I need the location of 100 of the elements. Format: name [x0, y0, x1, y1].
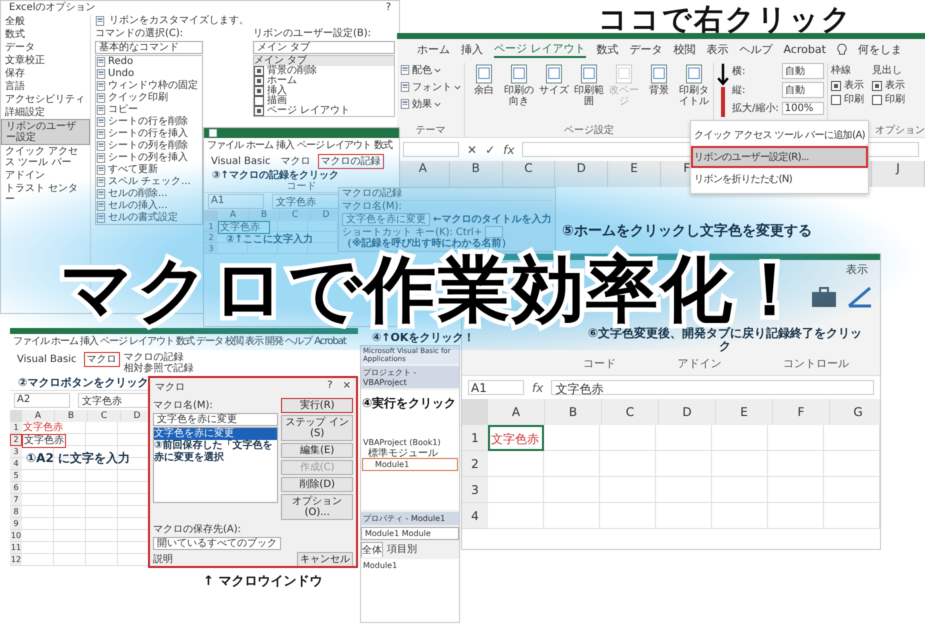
ribbon-tab[interactable]: 数式	[176, 336, 194, 348]
ribbon-dropdown[interactable]: メイン タブ	[253, 41, 395, 54]
command-item[interactable]: シートの行を削除	[108, 116, 188, 128]
dialog-button[interactable]: オプション(O)...	[281, 494, 353, 520]
formula-field[interactable]: 文字色赤	[551, 380, 874, 395]
nav-item[interactable]: リボンのユーザー設定	[1, 119, 90, 145]
ribbon-tab[interactable]: ホーム	[51, 336, 78, 348]
ribbon-tab[interactable]: ページ レイアウト	[100, 336, 174, 348]
ribbon-tab[interactable]: Acrobat	[784, 43, 826, 56]
tree-item[interactable]: 背景の削除	[267, 66, 317, 76]
ribbon-tab[interactable]: 開発	[265, 336, 284, 348]
tree-item[interactable]: 挿入	[267, 86, 287, 96]
panel-tab[interactable]: 全体	[361, 542, 383, 557]
close-button[interactable]: ×	[342, 380, 351, 394]
ribbon-button[interactable]: Visual Basic	[14, 352, 80, 367]
cancel-button[interactable]: キャンセル	[297, 552, 353, 566]
nav-item[interactable]: アクセシビリティ	[1, 93, 90, 106]
ribbon-tab[interactable]: ヘルプ	[285, 336, 312, 348]
ribbon-button[interactable]: 印刷の向き	[503, 85, 535, 107]
tree-item[interactable]: VBAProject (Book1)	[363, 437, 457, 448]
ribbon-tab[interactable]: データ	[630, 42, 662, 57]
dialog-button[interactable]: 削除(D)	[281, 477, 353, 492]
ribbon-tab[interactable]: 挿入	[80, 336, 98, 348]
ribbon-button[interactable]: マクロの記録	[124, 352, 194, 363]
command-item[interactable]: クイック印刷	[108, 92, 168, 104]
nav-item[interactable]: 文章校正	[1, 54, 90, 67]
scale-field[interactable]: 100%	[782, 102, 824, 114]
ribbon-tab[interactable]: 校閲	[674, 42, 696, 57]
nav-item[interactable]: データ	[1, 41, 90, 54]
ribbon-tab[interactable]: 表示	[245, 336, 264, 348]
tree-item[interactable]: ページ レイアウト	[267, 106, 350, 116]
ribbon-tab[interactable]: ホーム	[246, 140, 273, 151]
name-box[interactable]: A1	[468, 380, 524, 395]
checkbox[interactable]	[254, 76, 264, 86]
checkbox[interactable]	[254, 106, 264, 116]
ribbon-button[interactable]: Visual Basic	[208, 154, 274, 169]
ribbon-tab[interactable]: ページ レイアウト	[297, 140, 372, 151]
location-dropdown[interactable]: 開いているすべてのブック	[153, 537, 281, 550]
checkbox[interactable]	[254, 96, 264, 106]
ribbon-button[interactable]: 背景	[649, 85, 669, 96]
nav-item[interactable]: 数式	[1, 28, 90, 41]
checkbox[interactable]	[830, 94, 841, 104]
scale-field[interactable]: 自動	[782, 63, 824, 79]
checkbox[interactable]	[254, 66, 264, 76]
nav-item[interactable]: アドイン	[1, 169, 90, 182]
ribbon-tab[interactable]: Acrobat	[314, 336, 346, 348]
command-item[interactable]: セルの書式設定	[108, 212, 178, 224]
ribbon-tab[interactable]: 表示	[846, 262, 868, 277]
formula-button[interactable]: fx	[503, 142, 514, 156]
tree-item[interactable]: 標準モジュール	[363, 448, 457, 459]
tree-item[interactable]: ホーム	[267, 76, 297, 86]
ribbon-tab[interactable]: ヘルプ	[740, 42, 772, 57]
macro-name-field[interactable]: 文字色を赤に変更	[153, 413, 278, 426]
command-item[interactable]: シートの列を削除	[108, 140, 188, 152]
ribbon-tab[interactable]: 数式	[374, 140, 392, 151]
ribbon-tab[interactable]: データ	[196, 336, 224, 348]
ribbon-tab[interactable]: 挿入	[461, 42, 483, 57]
ribbon-button[interactable]: 配色	[412, 63, 432, 77]
nav-item[interactable]: トラスト センター	[1, 182, 90, 206]
object-dropdown[interactable]: Module1 Module	[361, 527, 459, 540]
formula-button[interactable]: ✕	[467, 142, 478, 156]
ribbon-button[interactable]: 相対参照で記録	[124, 363, 194, 374]
panel-tab[interactable]: 項目別	[387, 542, 417, 557]
command-item[interactable]: Undo	[108, 68, 134, 80]
menu-item[interactable]: リボンのユーザー設定(R)...	[691, 146, 868, 168]
dialog-button[interactable]: 実行(R)	[281, 398, 353, 413]
ribbon-button[interactable]: マクロ	[84, 352, 120, 367]
command-item[interactable]: シートの列を挿入	[108, 152, 188, 164]
dialog-button[interactable]: ステップ イン(S)	[281, 415, 353, 441]
tree-item[interactable]: Module1	[363, 459, 457, 470]
ribbon-tab[interactable]: ファイル	[207, 140, 243, 151]
macro-list-item[interactable]: 文字色を赤に変更	[154, 428, 278, 440]
ribbon-tab[interactable]: ファイル	[13, 336, 49, 348]
ribbon-button[interactable]: マクロ	[278, 154, 314, 169]
ribbon-button[interactable]: 印刷タイトル	[678, 85, 710, 107]
ribbon-tab[interactable]: 挿入	[276, 140, 294, 151]
ribbon-tab[interactable]: 校閲	[225, 336, 244, 348]
name-box[interactable]: A2	[14, 393, 70, 408]
search-field[interactable]: 何をしま	[858, 42, 902, 57]
command-item[interactable]: セルの削除...	[108, 188, 168, 200]
command-item[interactable]: すべて更新	[108, 164, 158, 176]
nav-item[interactable]: 全般	[1, 15, 90, 28]
help-button[interactable]: ?	[327, 380, 333, 394]
dialog-button[interactable]: 編集(E)	[281, 443, 353, 458]
ribbon-tab[interactable]: ホーム	[417, 42, 450, 57]
checkbox[interactable]	[830, 80, 841, 90]
ribbon-button[interactable]: マクロの記録	[318, 154, 384, 169]
ribbon-button[interactable]: フォント	[412, 80, 452, 94]
scale-field[interactable]: 自動	[782, 82, 824, 98]
checkbox[interactable]	[872, 94, 882, 104]
ribbon-button[interactable]: 余白	[474, 85, 494, 96]
checkbox[interactable]	[254, 86, 264, 96]
nav-item[interactable]: 詳細設定	[1, 106, 90, 119]
nav-item[interactable]: 保存	[1, 67, 90, 80]
ribbon-tab[interactable]: ページ レイアウト	[494, 41, 586, 58]
command-item[interactable]: シートの行を挿入	[108, 128, 188, 140]
ribbon-button[interactable]: サイズ	[539, 85, 569, 96]
checkbox[interactable]	[872, 80, 882, 90]
ribbon-button[interactable]: 印刷範囲	[573, 85, 605, 107]
ribbon-tab[interactable]: 数式	[596, 42, 618, 57]
